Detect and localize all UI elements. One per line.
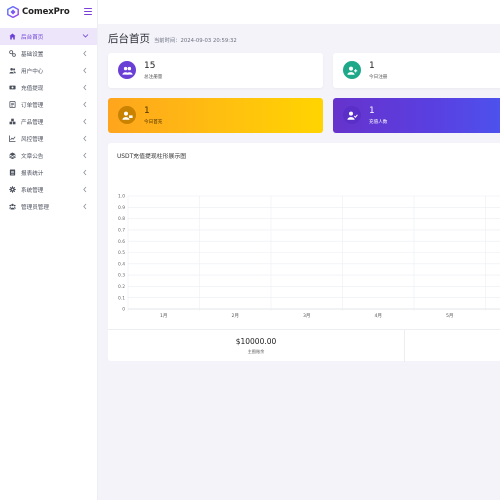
stat-label: 总注册量: [144, 75, 163, 80]
summary-value: $10000.00: [235, 337, 277, 346]
stat-value: 1: [144, 106, 150, 116]
sidebar-item-user-center[interactable]: 用户中心: [0, 62, 97, 79]
y-tick-label: 0.6: [118, 239, 125, 245]
sidebar-menu: 后台首页 基础设置 用户中心 充值提现 订单管理 产品管理 风控管理 文章公告 …: [0, 28, 97, 215]
chart-summary: $10000.00 主图账余: [108, 329, 500, 362]
user-plus-icon: [343, 61, 361, 79]
sidebar-item-basic-settings[interactable]: 基础设置: [0, 45, 97, 62]
sidebar-item-dashboard[interactable]: 后台首页: [0, 28, 97, 45]
x-tick-label: 3月: [303, 313, 311, 319]
sidebar-item-recharge-withdraw[interactable]: 充值提现: [0, 79, 97, 96]
menu-toggle-icon[interactable]: [84, 8, 92, 15]
chart-panel: USDT充值提现柱形展示图 0 0.1 0.2 0.3 0.4 0.5 0.6 0.7 0.8 0…: [108, 143, 500, 362]
layers-icon: [9, 152, 16, 159]
home-icon: [9, 33, 16, 40]
brand[interactable]: ComexPro: [0, 0, 97, 24]
sidebar-item-label: 充值提现: [21, 85, 44, 92]
chevron-left-icon: [83, 67, 87, 74]
user-money-icon: [118, 106, 136, 124]
x-tick-label: 4月: [374, 313, 382, 319]
y-tick-label: 0.5: [118, 250, 125, 256]
y-tick-label: 0.2: [118, 284, 125, 290]
stat-label: 今日注册: [369, 75, 388, 80]
chevron-left-icon: [83, 203, 87, 210]
brand-name: ComexPro: [22, 7, 70, 17]
sidebar-item-label: 用户中心: [21, 68, 44, 75]
x-tick-label: 2月: [231, 313, 239, 319]
sidebar-item-label: 报表统计: [21, 170, 44, 177]
y-tick-label: 1.0: [118, 194, 125, 200]
sidebar-item-label: 基础设置: [21, 51, 44, 58]
chevron-left-icon: [83, 186, 87, 193]
y-tick-label: 0.9: [118, 205, 125, 211]
products-icon: [9, 118, 16, 125]
summary-label: 主图账余: [247, 349, 265, 354]
stat-card-recharge-users: 1 充值人数: [333, 98, 500, 133]
chevron-left-icon: [83, 118, 87, 125]
sidebar-item-label: 产品管理: [21, 119, 44, 126]
y-tick-label: 0.3: [118, 273, 125, 279]
chevron-left-icon: [83, 169, 87, 176]
page-header: 后台首页 当前时间：2024-09-03 20:59:32: [108, 31, 237, 46]
orders-icon: [9, 101, 16, 108]
admins-icon: [9, 203, 16, 210]
chevron-left-icon: [83, 152, 87, 159]
stat-card-today-first-recharge: 1 今日首充: [108, 98, 323, 133]
sidebar-item-reports[interactable]: 报表统计: [0, 164, 97, 181]
settings-icon: [9, 50, 16, 57]
users-circle-icon: [118, 61, 136, 79]
stat-value: 1: [369, 106, 375, 116]
sidebar-item-articles[interactable]: 文章公告: [0, 147, 97, 164]
brand-logo-icon: [7, 6, 19, 18]
stat-card-today-registrations: 1 今日注册: [333, 53, 500, 88]
sidebar-item-system[interactable]: 系统管理: [0, 181, 97, 198]
chevron-left-icon: [83, 101, 87, 108]
summary-divider: [404, 330, 405, 362]
chevron-down-icon: [82, 34, 89, 38]
users-icon: [9, 67, 16, 74]
sidebar-item-label: 订单管理: [21, 102, 44, 109]
y-tick-label: 0.4: [118, 261, 125, 267]
chevron-left-icon: [83, 84, 87, 91]
page-title: 后台首页: [108, 33, 150, 45]
sidebar-item-risk-control[interactable]: 风控管理: [0, 130, 97, 147]
chevron-left-icon: [83, 135, 87, 142]
sidebar-item-label: 风控管理: [21, 136, 44, 143]
x-tick-label: 1月: [160, 313, 168, 319]
sidebar-item-label: 文章公告: [21, 153, 44, 160]
top-bar: [98, 0, 500, 24]
sidebar: ComexPro 后台首页 基础设置 用户中心 充值提现 订单管理 产品管理 风…: [0, 0, 98, 500]
gear-icon: [9, 186, 16, 193]
report-icon: [9, 169, 16, 176]
x-tick-label: 5月: [446, 313, 454, 319]
risk-chart-icon: [9, 135, 16, 142]
sidebar-item-admins[interactable]: 管理员管理: [0, 198, 97, 215]
y-tick-label: 0.7: [118, 228, 125, 234]
bar-chart: 0 0.1 0.2 0.3 0.4 0.5 0.6 0.7 0.8 0.9 1.0 1月 2月 3月 4月 5…: [118, 194, 500, 319]
user-check-icon: [343, 106, 361, 124]
sidebar-item-label: 管理员管理: [21, 204, 49, 211]
sidebar-item-label: 后台首页: [21, 34, 44, 41]
y-tick-label: 0.1: [118, 295, 125, 301]
stat-card-total-registrations: 15 总注册量: [108, 53, 323, 88]
sidebar-item-label: 系统管理: [21, 187, 44, 194]
y-tick-label: 0.8: [118, 216, 125, 222]
stat-value: 1: [369, 61, 375, 71]
sidebar-item-products[interactable]: 产品管理: [0, 113, 97, 130]
money-icon: [9, 84, 16, 91]
current-time: 当前时间：2024-09-03 20:59:32: [154, 38, 237, 44]
stat-label: 充值人数: [369, 120, 388, 125]
y-tick-label: 0: [122, 307, 125, 313]
sidebar-item-orders[interactable]: 订单管理: [0, 96, 97, 113]
stat-label: 今日首充: [144, 120, 163, 125]
stat-value: 15: [144, 61, 156, 71]
chevron-left-icon: [83, 50, 87, 57]
